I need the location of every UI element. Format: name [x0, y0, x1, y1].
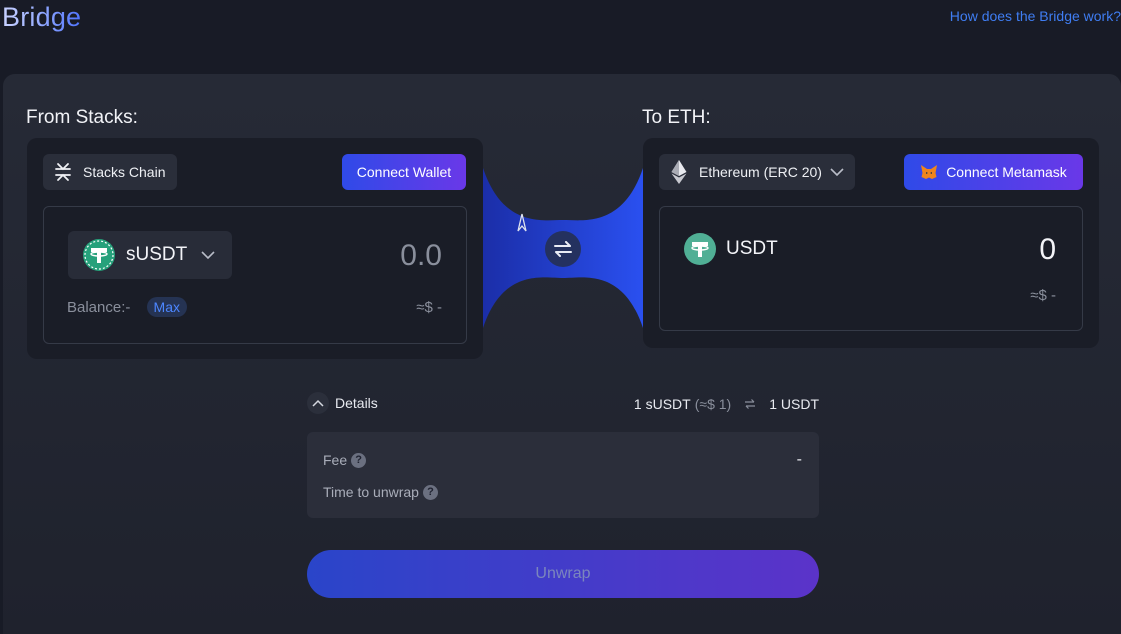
swap-direction-button[interactable]: [545, 231, 581, 267]
max-button[interactable]: Max: [146, 297, 187, 317]
stacks-icon: [55, 163, 71, 181]
help-link[interactable]: How does the Bridge work?: [950, 8, 1121, 24]
from-amount-input[interactable]: 0.0: [400, 239, 442, 273]
fee-label: Fee: [323, 452, 348, 468]
balance-label: Balance:-: [67, 299, 131, 316]
tether-icon: [83, 239, 115, 271]
fee-row: Fee ?: [323, 452, 367, 468]
details-box: Fee ? - Time to unwrap ?: [307, 432, 819, 518]
from-amount-box: sUSDT 0.0 Balance:- Max ≈$ -: [43, 206, 467, 344]
connect-metamask-label: Connect Metamask: [946, 164, 1067, 180]
from-card: Stacks Chain Connect Wallet sUSDT 0.0 Ba…: [27, 138, 483, 359]
ethereum-icon: [671, 160, 687, 184]
tether-icon: [684, 233, 716, 265]
chevron-down-icon: [201, 251, 215, 260]
unwrap-button[interactable]: Unwrap: [307, 550, 819, 598]
from-usd-value: ≈$ -: [416, 299, 442, 316]
destination-chain-label: Ethereum (ERC 20): [699, 164, 822, 180]
to-card: Ethereum (ERC 20) Connect Metamask USDT …: [643, 138, 1099, 348]
details-toggle[interactable]: Details: [307, 392, 378, 414]
exchange-icon: [745, 399, 756, 409]
chevron-down-icon: [830, 168, 844, 177]
page-title: Bridge: [2, 2, 82, 32]
rate-usd: (≈$ 1): [694, 396, 732, 412]
exchange-rate: 1 sUSDT (≈$ 1) 1 USDT: [634, 396, 819, 412]
from-label: From Stacks:: [26, 107, 138, 128]
time-label: Time to unwrap: [323, 484, 419, 500]
details-label: Details: [335, 395, 378, 411]
balance-row: Balance:- Max: [67, 297, 187, 317]
metamask-icon: [921, 165, 938, 179]
to-label: To ETH:: [642, 107, 711, 128]
destination-chain-selector[interactable]: Ethereum (ERC 20): [659, 154, 855, 190]
cursor-icon: [517, 213, 527, 232]
to-usd-value: ≈$ -: [1030, 287, 1056, 304]
connect-wallet-button[interactable]: Connect Wallet: [342, 154, 466, 190]
fee-value: -: [796, 451, 802, 468]
to-token-display: USDT: [684, 233, 778, 265]
time-row: Time to unwrap ?: [323, 484, 438, 500]
rate-right: 1 USDT: [769, 396, 819, 412]
swap-arrows-icon: [554, 241, 572, 257]
from-token-selector[interactable]: sUSDT: [68, 231, 232, 279]
to-amount-value: 0: [1039, 233, 1056, 266]
from-token-label: sUSDT: [126, 244, 188, 265]
rate-left: 1 sUSDT: [633, 396, 691, 412]
source-chain-selector[interactable]: Stacks Chain: [43, 154, 177, 190]
chevron-up-icon: [307, 392, 329, 414]
help-icon[interactable]: ?: [351, 452, 367, 468]
source-chain-label: Stacks Chain: [83, 164, 166, 180]
connect-metamask-button[interactable]: Connect Metamask: [904, 154, 1083, 190]
to-token-label: USDT: [726, 238, 778, 259]
to-amount-box: USDT 0 ≈$ -: [659, 206, 1083, 331]
help-icon[interactable]: ?: [422, 484, 438, 500]
